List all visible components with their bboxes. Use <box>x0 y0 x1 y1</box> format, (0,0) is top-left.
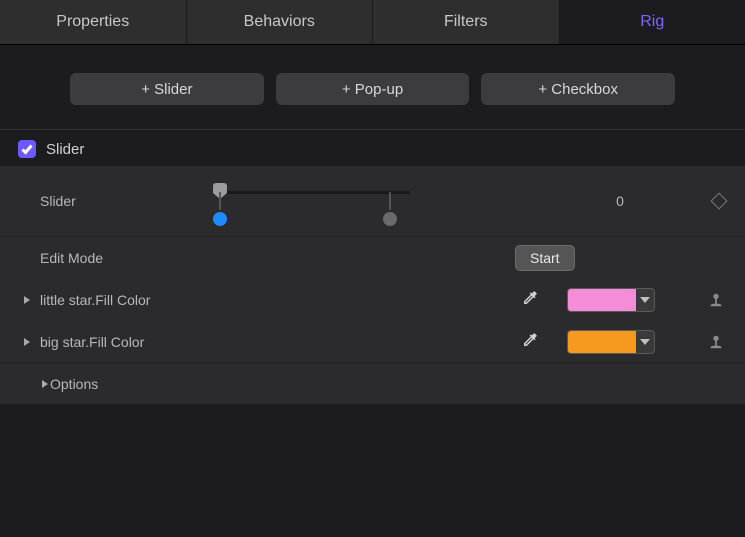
param-name: little star.Fill Color <box>40 292 220 308</box>
tab-label: Rig <box>640 13 664 31</box>
param-row: big star.Fill Color <box>0 320 745 362</box>
eyedropper-icon[interactable] <box>521 331 543 352</box>
keyframe-icon[interactable] <box>711 193 728 210</box>
color-well[interactable] <box>567 288 655 312</box>
tab-behaviors[interactable]: Behaviors <box>187 0 374 44</box>
disclosure-triangle-icon[interactable] <box>40 376 50 392</box>
snapshot-marker-blue[interactable] <box>213 212 227 226</box>
edit-mode-label: Edit Mode <box>40 250 220 266</box>
animation-menu-icon[interactable] <box>707 291 725 309</box>
tab-label: Filters <box>444 13 488 31</box>
enable-slider-checkbox[interactable] <box>18 140 36 158</box>
add-widget-buttons: + Slider + Pop-up + Checkbox <box>0 45 745 129</box>
add-slider-button[interactable]: + Slider <box>70 73 264 105</box>
tab-label: Properties <box>56 13 129 31</box>
chevron-down-icon[interactable] <box>636 339 654 345</box>
eyedropper-icon[interactable] <box>521 289 543 310</box>
tab-rig[interactable]: Rig <box>560 0 745 44</box>
edit-mode-start-button[interactable]: Start <box>515 245 575 271</box>
param-row: little star.Fill Color <box>0 278 745 320</box>
slider-row: Slider 0 <box>0 166 745 236</box>
edit-mode-row: Edit Mode Start <box>0 236 745 278</box>
tab-bar: Properties Behaviors Filters Rig <box>0 0 745 45</box>
slider-label: Slider <box>40 193 220 209</box>
options-label: Options <box>50 376 725 392</box>
options-row[interactable]: Options <box>0 362 745 404</box>
disclosure-triangle-icon[interactable] <box>22 292 40 308</box>
slider-value[interactable]: 0 <box>565 193 675 209</box>
animation-menu-icon[interactable] <box>707 333 725 351</box>
slider-control[interactable] <box>220 176 410 226</box>
slider-panel: Slider 0 Edit Mode Start little star.Fil… <box>0 166 745 404</box>
chevron-down-icon[interactable] <box>636 297 654 303</box>
slider-track <box>220 191 410 194</box>
tab-properties[interactable]: Properties <box>0 0 187 44</box>
color-swatch <box>568 331 636 353</box>
add-popup-button[interactable]: + Pop-up <box>276 73 470 105</box>
snapshot-marker-gray[interactable] <box>383 212 397 226</box>
tab-label: Behaviors <box>244 13 315 31</box>
disclosure-triangle-icon[interactable] <box>22 334 40 350</box>
tab-filters[interactable]: Filters <box>373 0 560 44</box>
add-checkbox-button[interactable]: + Checkbox <box>481 73 675 105</box>
widget-header: Slider <box>0 129 745 166</box>
color-swatch <box>568 289 636 311</box>
check-icon <box>21 143 33 155</box>
color-well[interactable] <box>567 330 655 354</box>
widget-title: Slider <box>46 141 84 158</box>
param-name: big star.Fill Color <box>40 334 220 350</box>
